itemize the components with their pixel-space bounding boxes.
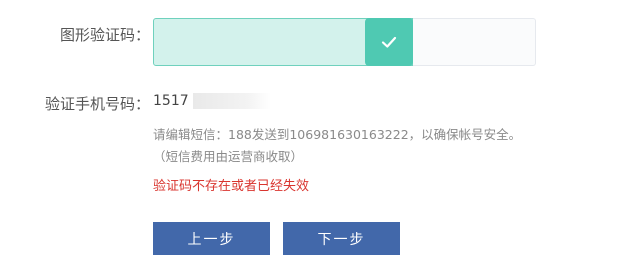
phone-label: 验证手机号码： <box>44 95 150 113</box>
checkmark-icon <box>381 36 397 48</box>
phone-number-value: 1517 <box>153 93 189 109</box>
verification-form: 图形验证码： 验证手机号码： 1517 请编辑短信：188发送到10698163… <box>0 0 640 279</box>
phone-number-mask <box>192 93 271 109</box>
captcha-slider-handle[interactable] <box>365 18 413 66</box>
phone-number: 1517 <box>153 93 271 109</box>
captcha-slider[interactable] <box>153 18 536 66</box>
sms-fee-note: （短信费用由运营商收取） <box>153 149 304 164</box>
captcha-slider-remaining <box>413 18 536 66</box>
error-message: 验证码不存在或者已经失效 <box>153 179 310 194</box>
prev-step-button[interactable]: 上一步 <box>153 222 270 255</box>
next-step-button[interactable]: 下一步 <box>283 222 400 255</box>
sms-instruction: 请编辑短信：188发送到106981630163222，以确保帐号安全。 <box>153 127 522 142</box>
captcha-label: 图形验证码： <box>59 26 150 44</box>
